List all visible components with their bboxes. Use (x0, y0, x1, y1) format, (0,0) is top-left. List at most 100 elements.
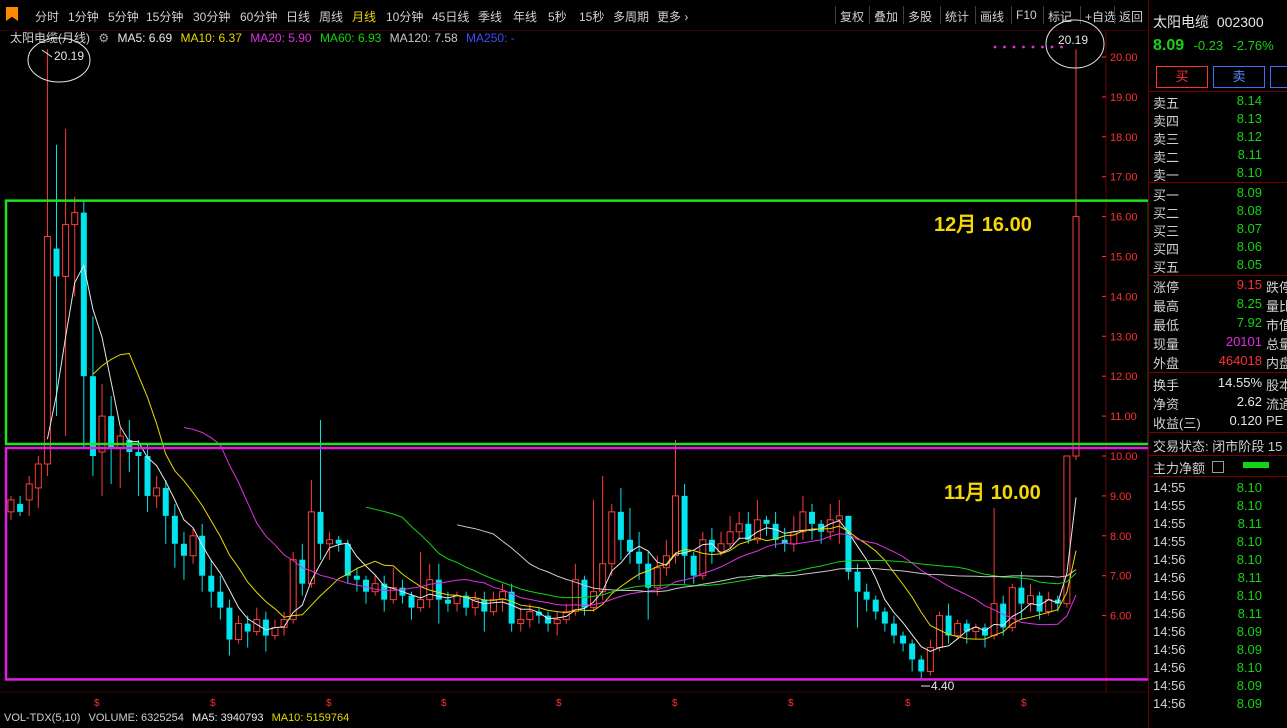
trade-status: 交易状态: 闭市阶段 15 (1153, 439, 1283, 454)
buy-button[interactable]: 买 (1156, 66, 1208, 88)
row-value: 8.25 (1236, 296, 1262, 311)
candle-body (144, 456, 151, 496)
candle-body (217, 591, 224, 608)
candle-body (135, 452, 142, 456)
row-label-secondary: 流通 (1266, 397, 1287, 412)
candle-body (1018, 587, 1025, 604)
stat-row: 最高 8.25 量比 (1149, 295, 1287, 314)
row-label: 换手 (1153, 378, 1180, 393)
row-value: 7.92 (1236, 315, 1262, 330)
flow-bar (1243, 462, 1269, 468)
candle-body (335, 539, 342, 544)
candle-body (735, 523, 743, 533)
ma250-dot (1022, 45, 1025, 49)
row-value: 8.06 (1236, 239, 1262, 254)
candle-body (945, 615, 952, 636)
candle-body (826, 519, 834, 533)
candle-body (271, 627, 279, 637)
candle-body (408, 595, 415, 608)
candle-body (645, 563, 652, 588)
last-price: 8.09 (1153, 37, 1185, 54)
row-label: 现量 (1153, 337, 1180, 352)
dividend-marker: $ (441, 698, 447, 709)
ma250-dot (1060, 45, 1063, 49)
tick-row: 14:55 8.10 (1149, 479, 1287, 497)
main-flow-label: 主力净额 (1153, 461, 1206, 476)
row-label: 14:56 (1153, 696, 1186, 711)
row-value: 8.10 (1236, 552, 1262, 567)
row-value: 8.05 (1236, 257, 1262, 272)
row-value: 8.08 (1236, 203, 1262, 218)
row-value: 8.12 (1236, 129, 1262, 144)
row-value: 8.09 (1236, 624, 1262, 639)
tick-row: 14:55 8.10 (1149, 497, 1287, 515)
candle-body (1008, 587, 1016, 629)
stat-row: 最低 7.92 市值 (1149, 314, 1287, 333)
row-label-secondary: 内盘 (1266, 356, 1287, 371)
row-value: 9.15 (1236, 277, 1262, 292)
row-value: 8.10 (1236, 498, 1262, 513)
candle-body (881, 611, 888, 624)
candle-body (517, 619, 525, 625)
price-change-pct: -2.76% (1232, 38, 1274, 53)
candle-body (53, 248, 60, 277)
ma250-dot (993, 45, 997, 49)
price-tick-label: 12.00 (1110, 371, 1138, 383)
row-value: 8.11 (1237, 570, 1262, 585)
volume-indicator-name: VOL-TDX(5,10) (4, 712, 81, 724)
candle-body (745, 523, 752, 540)
candle-body (508, 591, 515, 624)
row-value: 8.10 (1236, 165, 1262, 180)
row-label: 涨停 (1153, 280, 1180, 295)
ask-row: 卖一 8.10 (1149, 164, 1287, 183)
candle-body (153, 487, 161, 497)
more-trade-button[interactable] (1270, 66, 1287, 88)
price-tick-label: 14.00 (1110, 291, 1138, 303)
candle-body (62, 224, 70, 277)
candle-body (226, 607, 233, 640)
candle-body (571, 579, 579, 613)
sell-button[interactable]: 卖 (1213, 66, 1265, 88)
price-tick-label: 11.00 (1110, 411, 1137, 423)
row-value: 14.55% (1217, 375, 1262, 390)
row-label: 14:56 (1153, 552, 1186, 567)
candle-body (608, 511, 616, 565)
row-label: 14:55 (1153, 480, 1186, 495)
candle-body (863, 591, 870, 600)
price-change: -0.23 (1193, 38, 1224, 53)
candle-body (171, 515, 178, 544)
candle-body (935, 615, 943, 649)
row-value: 8.09 (1236, 678, 1262, 693)
candle-body (809, 511, 816, 524)
dividend-marker: $ (556, 698, 562, 709)
stat-row: 涨停 9.15 跌停 (1149, 276, 1287, 295)
tick-row: 14:56 8.09 (1149, 623, 1287, 641)
candle-body (7, 499, 15, 513)
bid-row: 买一 8.09 (1149, 184, 1287, 203)
candle-body (180, 543, 187, 556)
price-tick-label: 15.00 (1110, 252, 1138, 264)
row-label: 14:56 (1153, 678, 1186, 693)
divider (1149, 455, 1287, 456)
tick-row: 14:56 8.09 (1149, 677, 1287, 695)
candle-body (98, 415, 106, 453)
list-icon[interactable] (1212, 461, 1224, 473)
divider (1149, 372, 1287, 373)
candle-body (799, 511, 807, 533)
candle-body (1026, 595, 1034, 605)
row-label: 14:55 (1153, 534, 1186, 549)
dividend-marker: $ (905, 698, 911, 709)
quote-panel: 太阳电缆 002300 8.09 -0.23 -2.76% 买 卖 卖五 8.14… (1148, 0, 1287, 728)
candle-body (244, 623, 251, 632)
candle-body (681, 495, 688, 556)
candlestick-chart[interactable]: 20.00 19.00 18.00 17.00 16.00 15.00 14.00 13.00… (0, 0, 1148, 712)
divider (1149, 476, 1287, 477)
candle-body (299, 559, 306, 584)
candle-body (553, 619, 561, 625)
candle-body (344, 543, 351, 576)
tick-row: 14:56 8.11 (1149, 569, 1287, 587)
tick-row: 14:56 8.09 (1149, 695, 1287, 713)
row-value: 8.09 (1236, 642, 1262, 657)
candle-body (753, 519, 761, 541)
row-label-secondary: 量比 (1266, 299, 1287, 314)
